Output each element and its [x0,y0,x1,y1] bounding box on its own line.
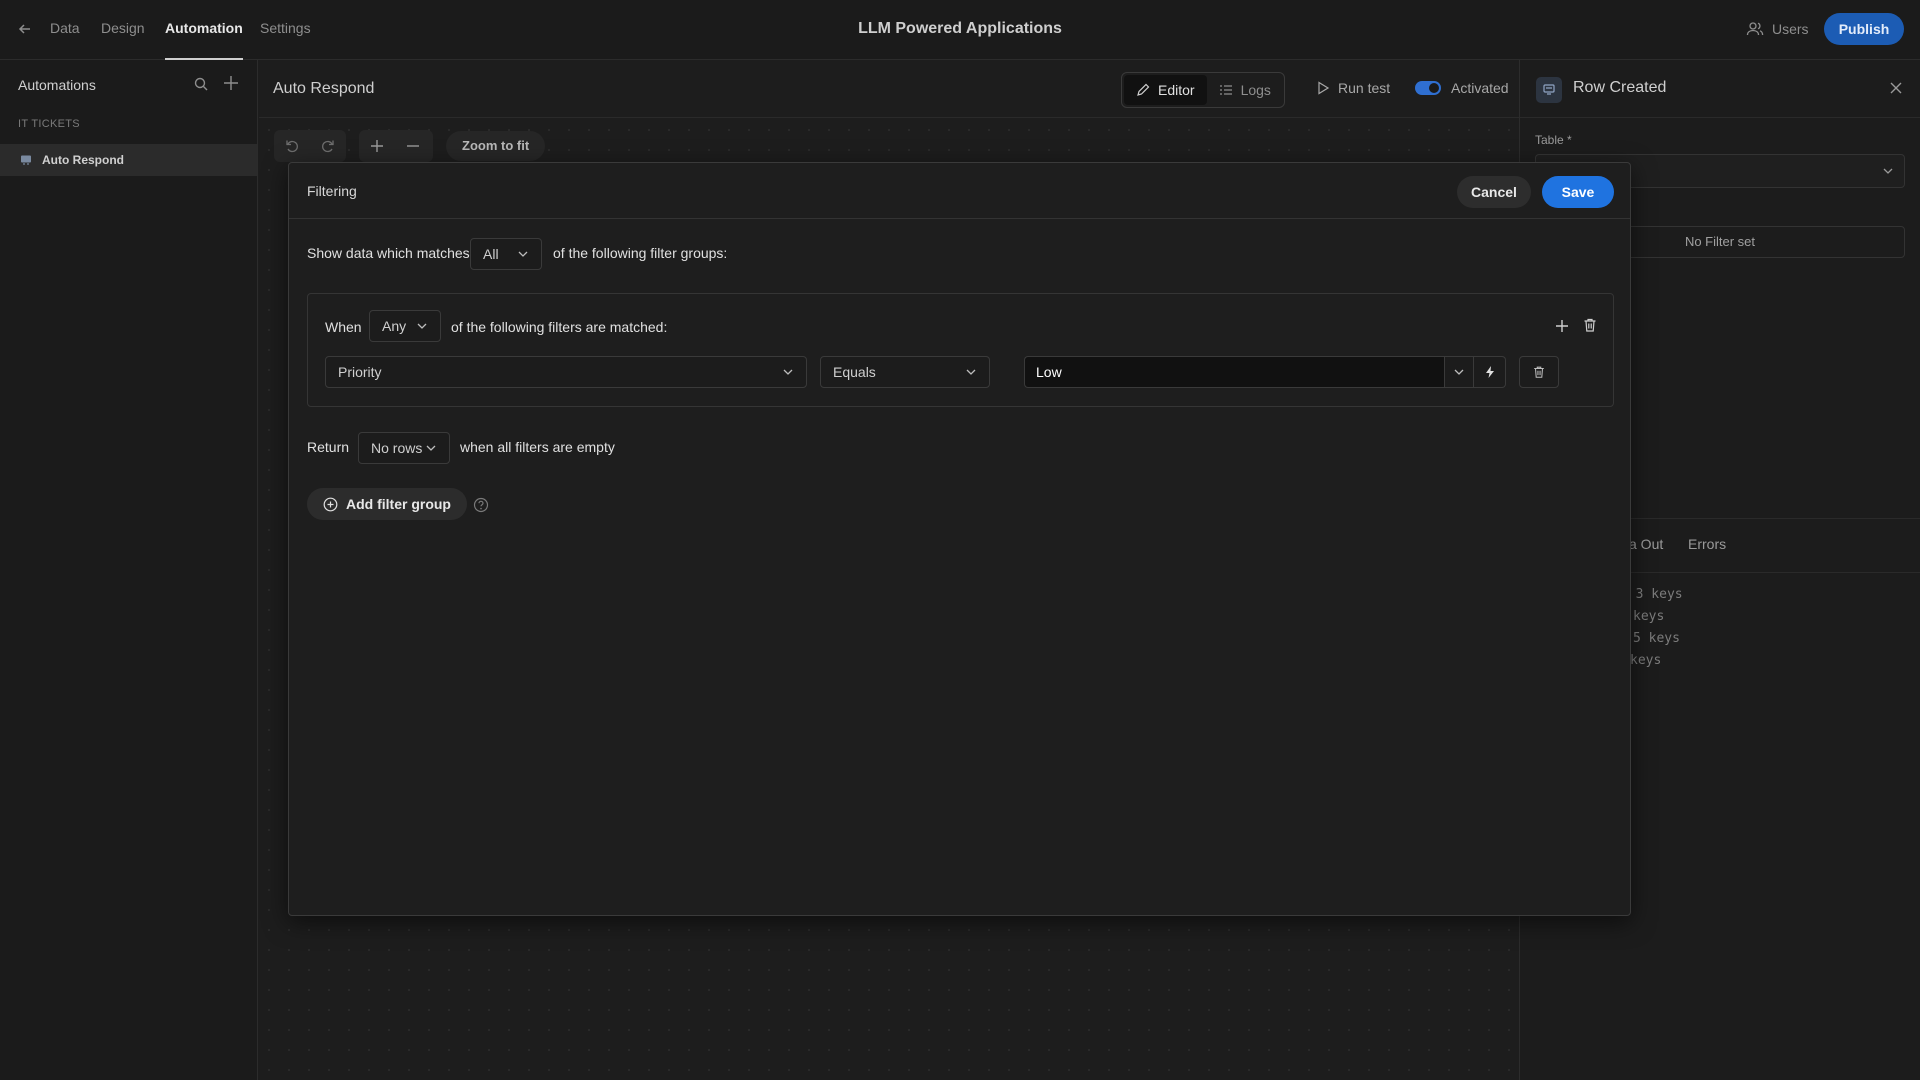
chevron-down-icon [965,366,977,378]
redo-button[interactable] [310,130,346,162]
canvas-header: Auto Respond Editor Logs Run test Activa… [259,60,1519,118]
pencil-icon [1136,83,1150,97]
zoom-out-button[interactable] [395,130,431,162]
toggle-switch[interactable] [1415,81,1441,95]
top-bar: Data Design Automation Settings LLM Powe… [0,0,1920,60]
editor-logs-toggle: Editor Logs [1121,72,1285,108]
tab-automation[interactable]: Automation [165,0,243,60]
trash-icon [1532,365,1546,379]
group-logic-select[interactable]: Any [369,310,441,342]
match-mode-value: All [483,246,499,262]
delete-filter-button[interactable] [1519,356,1559,388]
trigger-panel-header: Row Created [1520,60,1920,118]
help-icon[interactable] [473,497,489,513]
automation-name: Auto Respond [273,80,375,97]
trash-icon[interactable] [1582,317,1598,333]
chevron-down-icon [425,442,437,454]
match-mode-select[interactable]: All [470,238,542,270]
filter-value-dropdown[interactable] [1444,356,1474,388]
filtering-modal: Filtering Cancel Save Show data which ma… [288,162,1631,916]
add-filter-group-button[interactable]: Add filter group [307,488,467,520]
row-created-icon [1536,77,1562,103]
tab-data-out[interactable]: a Out [1629,536,1663,552]
history-controls [274,130,346,162]
filter-field-value: Priority [338,364,382,380]
filter-group: When Any of the following filters are ma… [307,293,1614,407]
chevron-down-icon [416,320,428,332]
match-prefix: Show data which matches [307,245,470,261]
users-button[interactable]: Users [1746,18,1809,40]
add-automation-icon[interactable] [222,74,240,92]
users-label: Users [1772,21,1809,37]
zoom-controls [359,130,433,162]
chevron-down-icon [782,366,794,378]
table-label: Table * [1535,133,1572,147]
save-button[interactable]: Save [1542,176,1614,208]
activated-label: Activated [1451,80,1509,96]
run-test-label: Run test [1338,80,1391,96]
undo-icon [284,138,300,154]
editor-label: Editor [1158,82,1195,98]
output-key-row[interactable]: 5 keys [1633,631,1680,646]
tab-settings[interactable]: Settings [260,0,311,60]
editor-button[interactable]: Editor [1124,75,1207,105]
return-value: No rows [371,440,423,456]
return-label: Return [307,439,350,455]
app-title: LLM Powered Applications [858,20,1062,37]
return-suffix: when all filters are empty [460,439,615,455]
filter-value-input[interactable]: Low [1024,356,1444,388]
chevron-down-icon [1453,366,1465,378]
activated-toggle[interactable]: Activated [1415,80,1509,96]
arrow-left-icon[interactable] [16,20,34,38]
automations-sidebar: Automations IT TICKETS Auto Respond [0,60,258,1080]
cancel-button[interactable]: Cancel [1457,176,1531,208]
sidebar-item-label: Auto Respond [42,153,124,167]
close-icon[interactable] [1888,80,1904,96]
filter-operator-select[interactable]: Equals [820,356,990,388]
zoom-to-fit-button[interactable]: Zoom to fit [446,131,546,161]
when-label: When [325,319,362,335]
sidebar-title: Automations [18,77,96,93]
add-circle-icon [323,497,338,512]
tab-design[interactable]: Design [101,0,145,60]
add-filter-group-label: Add filter group [346,496,451,512]
return-select[interactable]: No rows [358,432,450,464]
sidebar-group-label: IT TICKETS [18,118,80,130]
sidebar-item-auto-respond[interactable]: Auto Respond [0,144,257,176]
run-test-button[interactable]: Run test [1316,80,1390,96]
play-icon [1316,81,1330,95]
output-key-row[interactable]: keys [1630,653,1661,668]
binding-button[interactable] [1474,356,1506,388]
logs-button[interactable]: Logs [1207,75,1283,105]
publish-button[interactable]: Publish [1824,13,1904,45]
chevron-down-icon [1882,165,1894,177]
modal-header: Filtering Cancel Save [289,163,1630,219]
match-suffix: of the following filter groups: [553,245,728,261]
modal-title: Filtering [307,183,357,199]
zoom-in-button[interactable] [359,130,395,162]
list-icon [1219,83,1233,97]
users-icon [1746,21,1764,37]
filter-operator-value: Equals [833,364,876,380]
trigger-title: Row Created [1573,79,1667,96]
undo-button[interactable] [274,130,310,162]
add-filter-icon[interactable] [1554,318,1570,334]
tab-errors[interactable]: Errors [1688,536,1726,552]
redo-icon [320,138,336,154]
output-key-row[interactable]: keys [1633,609,1664,624]
table-row-icon [20,154,32,166]
chevron-down-icon [517,248,529,260]
plus-icon [369,138,385,154]
lightning-icon [1484,365,1496,379]
group-logic-value: Any [382,318,407,334]
group-suffix: of the following filters are matched: [451,319,668,335]
filter-field-select[interactable]: Priority [325,356,807,388]
search-icon[interactable] [193,76,209,92]
minus-icon [405,138,421,154]
logs-label: Logs [1240,82,1271,98]
tab-data[interactable]: Data [50,0,80,60]
